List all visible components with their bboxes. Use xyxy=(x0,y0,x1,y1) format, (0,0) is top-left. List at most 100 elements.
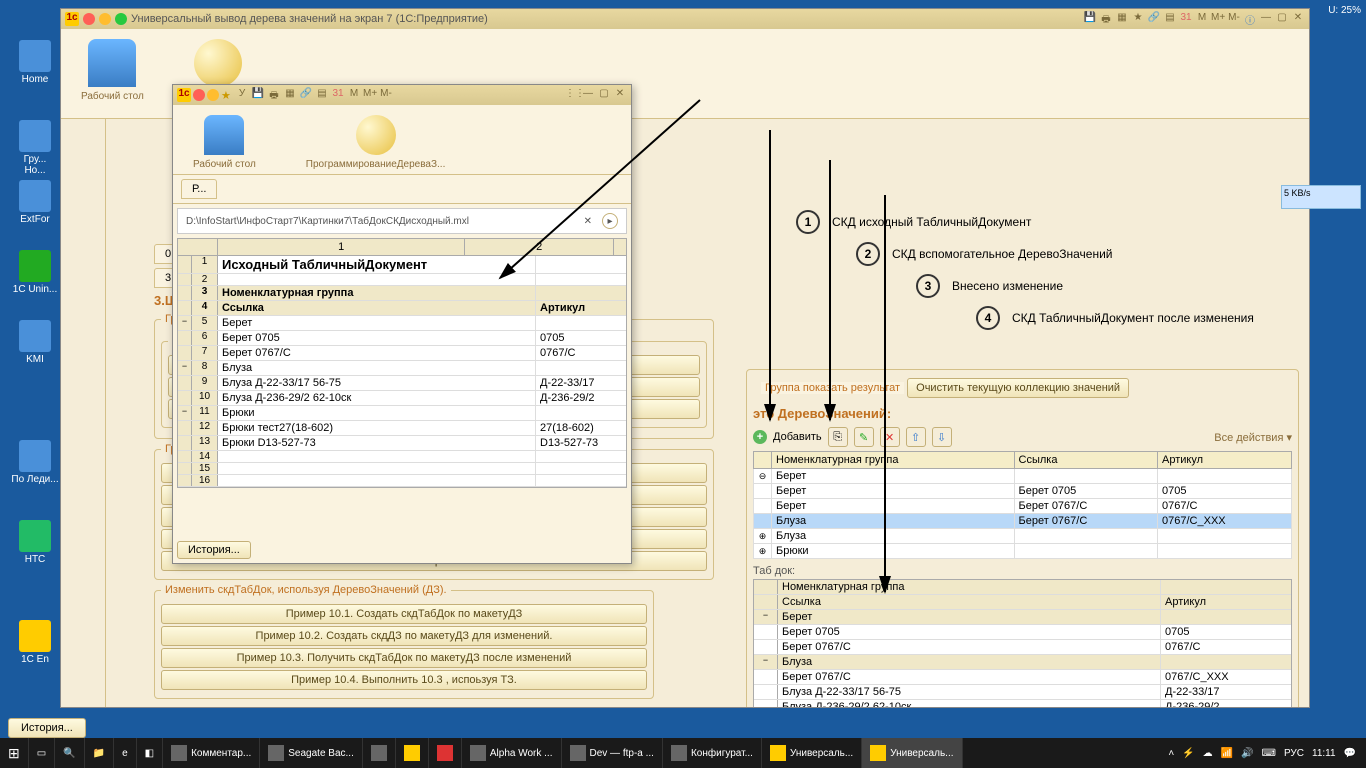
tree-toggle-icon[interactable] xyxy=(178,256,192,273)
toolbar-desktop[interactable]: Рабочий стол xyxy=(66,34,159,113)
up-icon[interactable]: ⇧ xyxy=(906,427,926,447)
clock[interactable]: 11:11 xyxy=(1312,748,1336,759)
taskview-icon[interactable]: ▭ xyxy=(29,738,55,768)
edge-icon[interactable]: e xyxy=(114,738,137,768)
close-icon[interactable] xyxy=(83,13,95,25)
minimize-icon[interactable] xyxy=(207,89,219,101)
taskbar-app[interactable]: Dev — ftp-a ... xyxy=(562,738,663,768)
preview-icon[interactable]: ▦ xyxy=(1115,12,1129,26)
spreadsheet-row[interactable]: 12 Брюки тест27(18-602)27(18-602) xyxy=(178,421,626,436)
inner-title-bar[interactable]: 1c ★ У 💾 🖶 ▦ 🔗 ▤ 31 M M+ M- ⋮⋮ — ▢ ✕ xyxy=(173,85,631,105)
maximize-icon[interactable] xyxy=(115,13,127,25)
taskbar-app[interactable]: Универсаль... xyxy=(862,738,962,768)
tree-toggle-icon[interactable] xyxy=(178,286,192,300)
star-icon[interactable]: ★ xyxy=(221,89,233,101)
m-icon[interactable]: M xyxy=(347,88,361,102)
max-btn-icon[interactable]: ▢ xyxy=(597,88,611,102)
tree-toggle-icon[interactable]: − xyxy=(178,361,192,375)
desktop-icon[interactable]: По Леди... xyxy=(10,440,60,485)
max-btn-icon[interactable]: ▢ xyxy=(1275,12,1289,26)
mplus-icon[interactable]: M+ xyxy=(363,88,377,102)
col-header[interactable]: 1 xyxy=(218,239,465,255)
tree-toggle-icon[interactable]: − xyxy=(754,610,778,624)
tabdoc-row[interactable]: Берет 07050705 xyxy=(754,625,1291,640)
spreadsheet-row[interactable]: 10 Блуза Д-236-29/2 62-10скД-236-29/2 xyxy=(178,391,626,406)
desktop-icon[interactable]: HTC xyxy=(10,520,60,565)
spreadsheet-row[interactable]: −5Берет xyxy=(178,316,626,331)
tree-toggle-icon[interactable] xyxy=(178,301,192,315)
tree-row[interactable]: БеретБерет 0767/С0767/С xyxy=(754,499,1292,514)
tree-toggle-icon[interactable]: ⊕ xyxy=(754,529,772,544)
notifications-icon[interactable]: 💬 xyxy=(1344,748,1356,759)
desktop-icon[interactable]: 1C Unin... xyxy=(10,250,60,295)
tabdoc-table[interactable]: Номенклатурная группа СсылкаАртикул −Бер… xyxy=(753,579,1292,707)
toolbar-desktop[interactable]: Рабочий стол xyxy=(178,110,271,169)
copy-icon[interactable]: ⎘ xyxy=(828,427,848,447)
down-icon[interactable]: ⇩ xyxy=(932,427,952,447)
desktop-icon[interactable]: ExtFor xyxy=(10,180,60,225)
taskbar-app[interactable]: Seagate Bac... xyxy=(260,738,363,768)
mminus-icon[interactable]: M- xyxy=(379,88,393,102)
tabdoc-row[interactable]: −Берет xyxy=(754,610,1291,625)
spreadsheet-row[interactable]: 15 xyxy=(178,463,626,475)
tree-toggle-icon[interactable] xyxy=(178,421,192,435)
taskbar-app[interactable] xyxy=(363,738,396,768)
tabdoc-row[interactable]: Берет 0767/С0767/С_XXX xyxy=(754,670,1291,685)
tree-toggle-icon[interactable]: ⊖ xyxy=(754,469,772,484)
value-tree-table[interactable]: Номенклатурная группаСсылкаАртикул ⊖Бере… xyxy=(753,451,1292,559)
col-header[interactable]: 2 xyxy=(465,239,614,255)
tree-row[interactable]: ⊕Блуза xyxy=(754,529,1292,544)
spreadsheet-row[interactable]: −8Блуза xyxy=(178,361,626,376)
toolbar-programming[interactable]: ПрограммированиеДереваЗ... xyxy=(291,110,461,169)
taskbar-app[interactable] xyxy=(396,738,429,768)
nav-forward-icon[interactable]: ▸ xyxy=(602,213,618,229)
clear-collection-button[interactable]: Очистить текущую коллекцию значений xyxy=(907,378,1129,398)
spreadsheet-row[interactable]: 3Номенклатурная группа xyxy=(178,286,626,301)
link-icon[interactable]: 🔗 xyxy=(1147,12,1161,26)
minimize-icon[interactable] xyxy=(99,13,111,25)
edit-icon[interactable]: ✎ xyxy=(854,427,874,447)
spreadsheet-row[interactable]: 7 Берет 0767/С0767/С xyxy=(178,346,626,361)
menu-icon[interactable]: ⋮⋮ xyxy=(565,88,579,102)
spreadsheet-row[interactable]: 1Исходный ТабличныйДокумент xyxy=(178,256,626,274)
inner-tab[interactable]: Р... xyxy=(181,179,217,199)
tree-toggle-icon[interactable] xyxy=(754,625,778,639)
tabdoc-row[interactable]: Блуза Д-236-29/2 62-10скД-236-29/2 xyxy=(754,700,1291,707)
star-icon[interactable]: ★ xyxy=(1131,12,1145,26)
min-btn-icon[interactable]: — xyxy=(581,88,595,102)
u-icon[interactable]: У xyxy=(235,88,249,102)
tree-toggle-icon[interactable] xyxy=(754,514,772,529)
title-bar[interactable]: 1c Универсальный вывод дерева значений н… xyxy=(61,9,1309,29)
spreadsheet-row[interactable]: 13 Брюки D13-527-73D13-527-73 xyxy=(178,436,626,451)
tree-toggle-icon[interactable] xyxy=(178,274,192,285)
calendar-icon[interactable]: 31 xyxy=(331,88,345,102)
mplus-icon[interactable]: M+ xyxy=(1211,12,1225,26)
calc-icon[interactable]: ▤ xyxy=(315,88,329,102)
print-icon[interactable]: 🖶 xyxy=(267,88,281,102)
search-icon[interactable]: 🔍 xyxy=(55,738,84,768)
tree-toggle-icon[interactable] xyxy=(178,475,192,486)
mminus-icon[interactable]: M- xyxy=(1227,12,1241,26)
example-10-4-button[interactable]: Пример 10.4. Выполнить 10.3 , испоьзуя Т… xyxy=(161,670,647,690)
calendar-icon[interactable]: 31 xyxy=(1179,12,1193,26)
tree-row[interactable]: ⊕Брюки xyxy=(754,544,1292,559)
tree-toggle-icon[interactable] xyxy=(754,640,778,654)
tree-toggle-icon[interactable] xyxy=(754,700,778,707)
spreadsheet-row[interactable]: 16 xyxy=(178,475,626,487)
calc-icon[interactable]: ▤ xyxy=(1163,12,1177,26)
language[interactable]: РУС xyxy=(1284,748,1304,759)
spreadsheet-row[interactable]: −11Брюки xyxy=(178,406,626,421)
tree-toggle-icon[interactable] xyxy=(178,391,192,405)
main-history-button[interactable]: История... xyxy=(8,718,86,738)
taskbar-app[interactable]: Универсаль... xyxy=(762,738,862,768)
save-icon[interactable]: 💾 xyxy=(251,88,265,102)
add-button[interactable]: Добавить xyxy=(773,431,822,443)
volume-icon[interactable]: 🔊 xyxy=(1241,748,1253,759)
spreadsheet-row[interactable]: 9 Блуза Д-22-33/17 56-75Д-22-33/17 xyxy=(178,376,626,391)
tray-up-icon[interactable]: ˄ xyxy=(1168,748,1174,759)
tree-toggle-icon[interactable]: − xyxy=(178,406,192,420)
network-icon[interactable]: 📶 xyxy=(1221,748,1233,759)
taskbar-app[interactable] xyxy=(429,738,462,768)
min-btn-icon[interactable]: — xyxy=(1259,12,1273,26)
taskbar-app[interactable]: Alpha Work ... xyxy=(462,738,562,768)
